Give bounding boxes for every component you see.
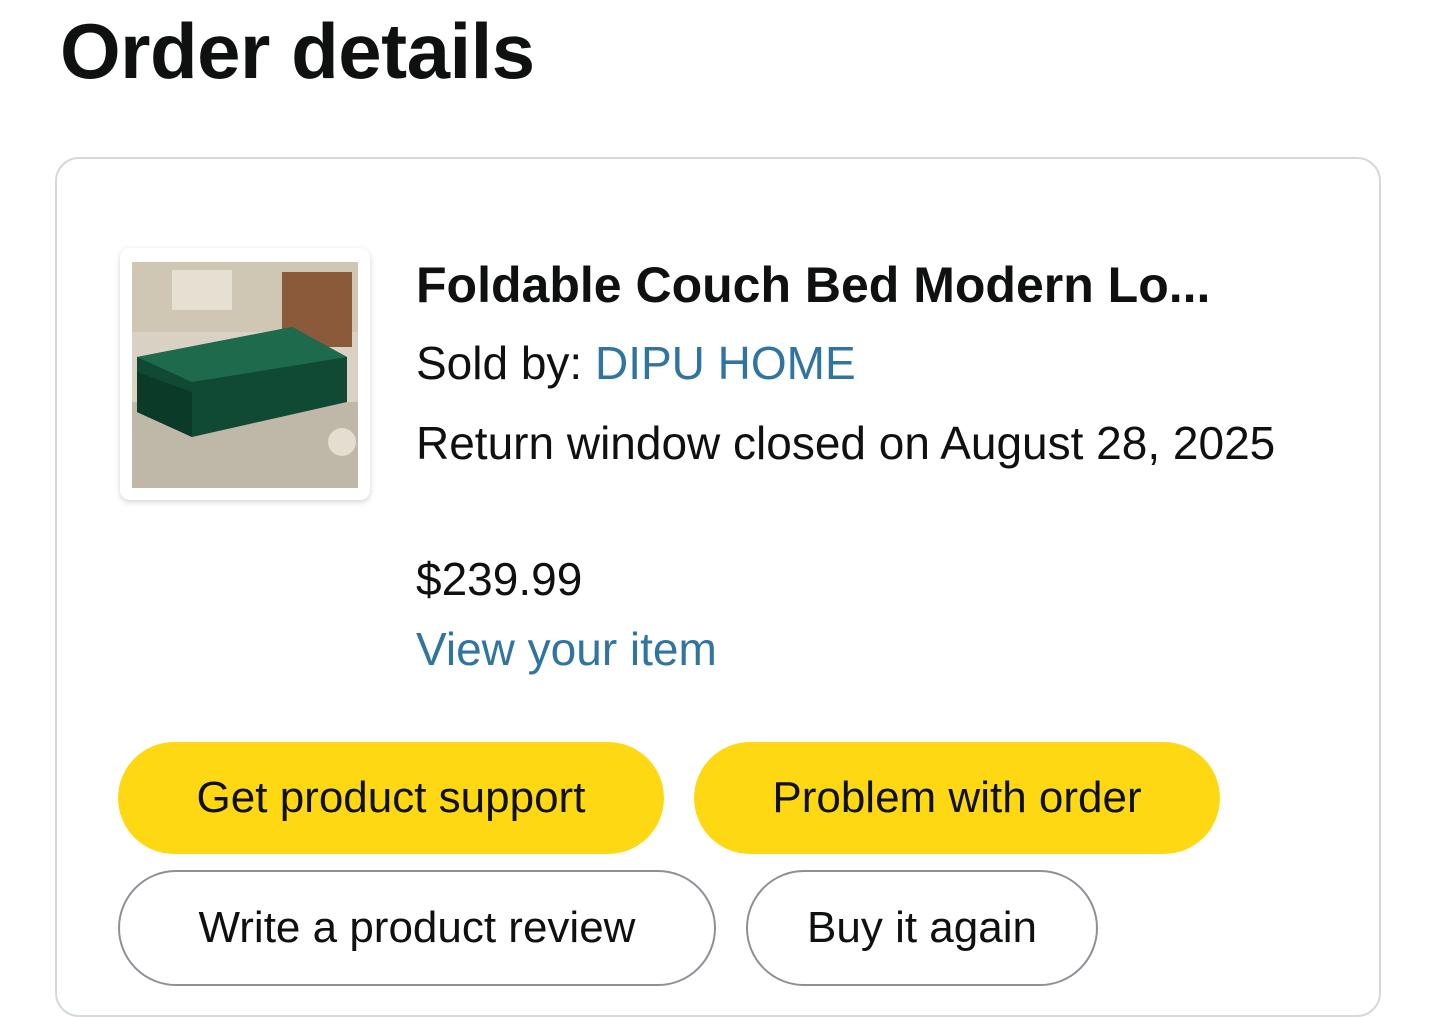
seller-link[interactable]: DIPU HOME [595, 337, 856, 389]
page-title: Order details [60, 7, 535, 95]
product-title-link[interactable]: Foldable Couch Bed Modern Lo... [416, 256, 1210, 314]
return-window-status: Return window closed on August 28, 2025 [416, 417, 1276, 469]
get-product-support-label: Get product support [196, 773, 586, 822]
item-price: $239.99 [416, 553, 583, 605]
buy-again-label: Buy it again [807, 903, 1037, 952]
problem-with-order-button[interactable]: Problem with order [694, 742, 1220, 854]
buy-again-button[interactable]: Buy it again [746, 870, 1098, 986]
get-product-support-button[interactable]: Get product support [118, 742, 664, 854]
sold-by-row: Sold by: DIPU HOME [416, 336, 856, 390]
write-review-label: Write a product review [198, 903, 636, 952]
product-image [132, 262, 358, 488]
problem-with-order-label: Problem with order [772, 773, 1142, 822]
write-review-button[interactable]: Write a product review [118, 870, 716, 986]
sold-by-label: Sold by: [416, 337, 595, 389]
product-thumbnail[interactable] [120, 248, 370, 500]
view-item-link[interactable]: View your item [416, 622, 717, 676]
